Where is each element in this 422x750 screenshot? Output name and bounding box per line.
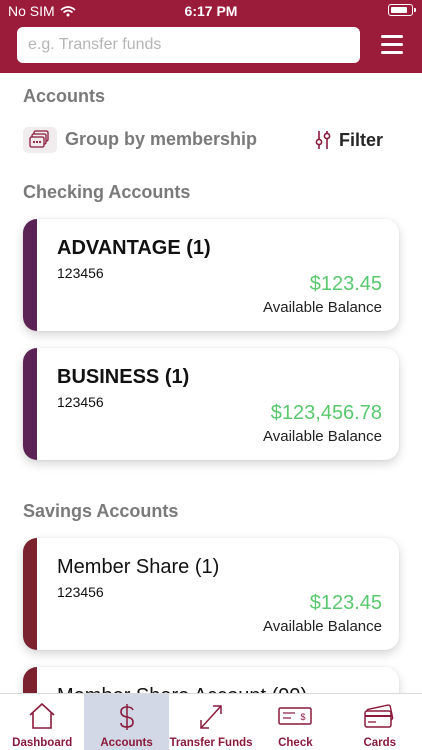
- available-balance-label: Available Balance: [263, 428, 382, 445]
- group-by-membership-toggle[interactable]: Group by membership: [65, 129, 257, 150]
- tab-label: Accounts: [100, 737, 153, 749]
- account-balance: $123.45: [309, 592, 382, 614]
- tab-label: Dashboard: [12, 737, 73, 749]
- status-time: 6:17 PM: [184, 3, 238, 19]
- tab-label: Transfer Funds: [169, 737, 253, 749]
- available-balance-label: Available Balance: [263, 299, 382, 316]
- status-bar: No SIM 6:17 PM: [0, 0, 422, 22]
- account-number: 123456: [57, 394, 104, 410]
- tab-label: Check: [278, 737, 313, 749]
- account-balance: $123,456.78: [270, 402, 382, 424]
- search-input[interactable]: [17, 27, 360, 63]
- tab-transfer-funds[interactable]: Transfer Funds: [169, 694, 253, 750]
- tab-dashboard[interactable]: Dashboard: [0, 694, 84, 750]
- available-balance-label: Available Balance: [263, 618, 382, 635]
- check-icon: $: [278, 707, 313, 725]
- account-accent-bar: [23, 538, 37, 650]
- account-number: 123456: [57, 265, 104, 281]
- hamburger-menu-icon[interactable]: [378, 33, 406, 57]
- cards-stack-icon[interactable]: [23, 127, 57, 153]
- svg-text:$: $: [301, 712, 306, 722]
- page-title: Accounts: [23, 86, 106, 106]
- checking-section-title: Checking Accounts: [23, 182, 191, 202]
- account-card-advantage[interactable]: ADVANTAGE (1) 123456 $123.45 Available B…: [23, 219, 399, 331]
- tab-check[interactable]: $ Check: [253, 694, 337, 750]
- account-name: Member Share (1): [57, 556, 220, 578]
- account-accent-bar: [23, 348, 37, 460]
- filter-button[interactable]: Filter: [315, 125, 383, 155]
- home-icon: [29, 703, 55, 729]
- account-card-member-share[interactable]: Member Share (1) 123456 $123.45 Availabl…: [23, 538, 399, 650]
- account-balance: $123.45: [309, 273, 382, 295]
- tab-cards[interactable]: Cards: [338, 694, 422, 750]
- savings-section-title: Savings Accounts: [23, 501, 179, 521]
- account-accent-bar: [23, 219, 37, 331]
- dollar-icon: [119, 704, 134, 730]
- account-number: 123456: [57, 584, 104, 600]
- account-name: BUSINESS (1): [57, 366, 190, 388]
- bottom-tab-bar: Dashboard Accounts Transfer Funds $ Chec…: [0, 693, 422, 750]
- app-header: No SIM 6:17 PM: [0, 0, 422, 73]
- account-card-business[interactable]: BUSINESS (1) 123456 $123,456.78 Availabl…: [23, 348, 399, 460]
- tab-label: Cards: [363, 737, 397, 749]
- account-name: ADVANTAGE (1): [57, 237, 211, 259]
- sliders-icon: [315, 131, 331, 149]
- filter-label: Filter: [339, 129, 384, 150]
- group-filter-row: Group by membership Filter: [23, 125, 403, 155]
- tab-accounts[interactable]: Accounts: [84, 694, 169, 750]
- transfer-arrows-icon: [200, 705, 222, 729]
- credit-card-icon: [364, 704, 394, 728]
- battery-icon: [388, 4, 416, 16]
